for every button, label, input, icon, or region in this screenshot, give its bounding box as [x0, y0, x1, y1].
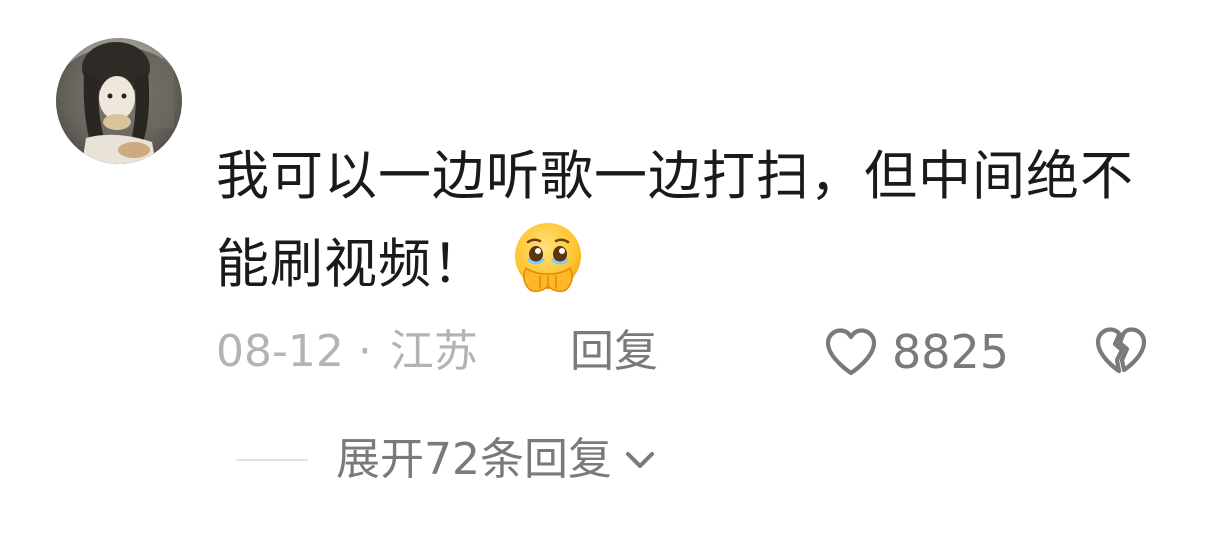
heart-outline-icon — [825, 328, 877, 376]
comment-body: 我可以一边听歌一边打扫，但中间绝不能刷视频！ — [216, 146, 1134, 295]
comment-location: 江苏 — [389, 326, 478, 377]
meta-separator: · — [357, 326, 372, 377]
reply-button[interactable]: 回复 — [570, 322, 658, 382]
comment-meta: 08-12 · 江苏 回复 8825 — [0, 322, 1216, 382]
comment-text: 我可以一边听歌一边打扫，但中间绝不能刷视频！ — [216, 134, 1176, 322]
dislike-button[interactable] — [1094, 326, 1148, 376]
expand-divider — [236, 459, 308, 461]
like-button[interactable]: 8825 — [824, 322, 1009, 382]
like-count: 8825 — [892, 325, 1010, 379]
comment-date-location: 08-12 · 江苏 — [216, 322, 478, 382]
expand-replies-row: 展开72条回复 — [0, 430, 1216, 490]
holding-back-tears-emoji-icon — [510, 220, 586, 322]
expand-replies-button[interactable]: 展开72条回复 — [336, 430, 658, 490]
comment-date: 08-12 — [216, 326, 344, 377]
avatar[interactable] — [56, 38, 182, 164]
chevron-down-icon — [626, 452, 654, 468]
avatar-image — [56, 38, 182, 164]
expand-replies-label: 展开72条回复 — [336, 434, 612, 485]
broken-heart-icon — [1095, 327, 1147, 374]
